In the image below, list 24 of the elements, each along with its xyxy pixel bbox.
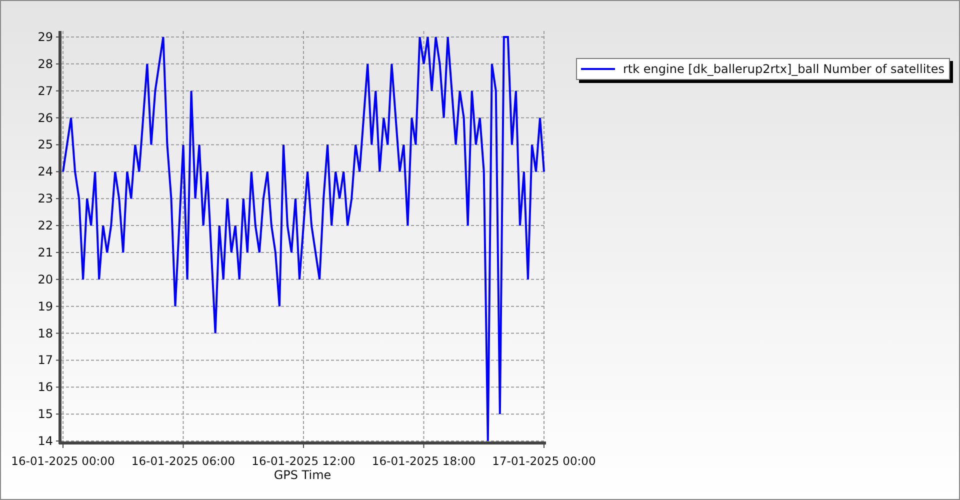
- x-axis-title: GPS Time: [274, 468, 332, 482]
- x-tick-label: 16-01-2025 18:00: [372, 454, 476, 468]
- y-tick-label: 25: [38, 138, 53, 152]
- x-tick-label: 16-01-2025 00:00: [11, 454, 115, 468]
- y-tick-label: 15: [38, 407, 53, 422]
- y-tick-label: 14: [38, 434, 53, 448]
- y-tick-label: 29: [38, 30, 53, 44]
- y-tick-label: 20: [38, 272, 53, 286]
- y-tick-label: 19: [38, 299, 53, 314]
- x-tick-label: 16-01-2025 06:00: [131, 454, 236, 468]
- y-tick-label: 28: [38, 56, 53, 71]
- legend-label: rtk engine [dk_ballerup2rtx]_ball Number of satellites: [623, 61, 945, 78]
- y-tick-label: 27: [38, 84, 53, 98]
- legend-line-icon: [581, 67, 615, 71]
- y-tick-label: 18: [38, 326, 53, 340]
- x-tick-label: 17-01-2025 00:00: [492, 454, 596, 468]
- y-tick-label: 21: [38, 245, 53, 260]
- y-tick-label: 22: [38, 218, 53, 233]
- y-tick-label: 16: [38, 380, 53, 394]
- y-tick-label: 26: [38, 110, 53, 125]
- y-tick-label: 24: [38, 164, 53, 179]
- y-tick-label: 17: [38, 353, 53, 368]
- x-tick-label: 16-01-2025 12:00: [252, 454, 356, 468]
- y-tick-label: 23: [38, 192, 53, 206]
